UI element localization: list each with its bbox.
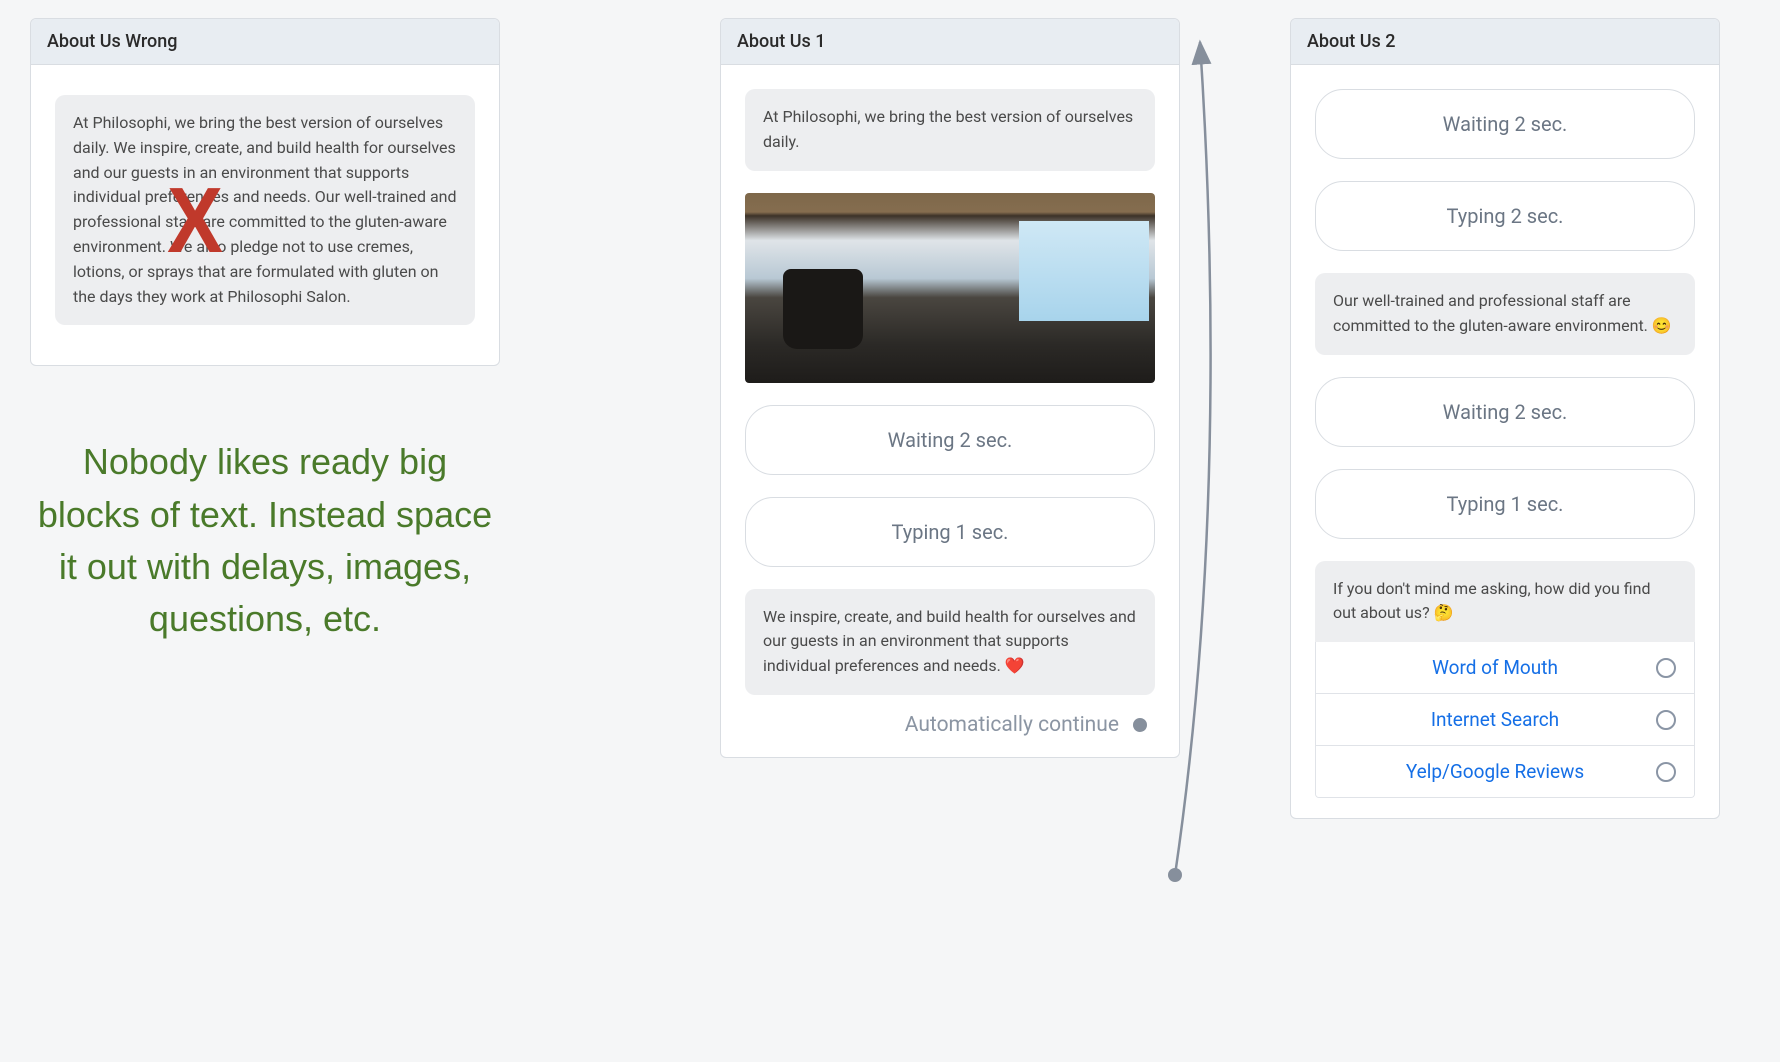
waiting-label: Waiting 2 sec. <box>1443 400 1568 424</box>
option-label: Word of Mouth <box>1334 656 1656 679</box>
option-yelp-google[interactable]: Yelp/Google Reviews <box>1316 746 1694 797</box>
option-label: Internet Search <box>1334 708 1656 731</box>
caption-text: Nobody likes ready big blocks of text. I… <box>30 436 500 645</box>
typing-pill-2[interactable]: Typing 1 sec. <box>1315 469 1695 539</box>
radio-icon <box>1656 658 1676 678</box>
waiting-label: Waiting 2 sec. <box>888 428 1013 452</box>
waiting-pill[interactable]: Waiting 2 sec. <box>745 405 1155 475</box>
salon-image <box>745 193 1155 383</box>
question-bubble: If you don't mind me asking, how did you… <box>1315 561 1695 643</box>
panel-title: About Us 2 <box>1291 19 1719 65</box>
radio-icon <box>1656 762 1676 782</box>
panel-about-us-2: About Us 2 Waiting 2 sec. Typing 2 sec. … <box>1290 18 1720 819</box>
intro-text: At Philosophi, we bring the best version… <box>763 107 1133 151</box>
panel-about-us-1: About Us 1 At Philosophi, we bring the b… <box>720 18 1180 758</box>
panel-wrong: About Us Wrong At Philosophi, we bring t… <box>30 18 500 366</box>
wrong-message-text: At Philosophi, we bring the best version… <box>73 113 457 306</box>
option-internet-search[interactable]: Internet Search <box>1316 694 1694 746</box>
auto-continue-row[interactable]: Automatically continue <box>745 707 1155 737</box>
option-list: Word of Mouth Internet Search Yelp/Googl… <box>1315 642 1695 798</box>
auto-continue-label: Automatically continue <box>905 713 1119 737</box>
typing-pill[interactable]: Typing 1 sec. <box>745 497 1155 567</box>
option-word-of-mouth[interactable]: Word of Mouth <box>1316 642 1694 694</box>
staff-text: Our well-trained and professional staff … <box>1333 291 1672 335</box>
typing-label: Typing 1 sec. <box>892 520 1009 544</box>
waiting-pill-1[interactable]: Waiting 2 sec. <box>1315 89 1695 159</box>
question-text: If you don't mind me asking, how did you… <box>1333 579 1650 623</box>
waiting-label: Waiting 2 sec. <box>1443 112 1568 136</box>
waiting-pill-2[interactable]: Waiting 2 sec. <box>1315 377 1695 447</box>
staff-bubble: Our well-trained and professional staff … <box>1315 273 1695 355</box>
panel-title: About Us 1 <box>721 19 1179 65</box>
continue-dot-icon <box>1133 718 1147 732</box>
typing-label: Typing 1 sec. <box>1447 492 1564 516</box>
detail-text: We inspire, create, and build health for… <box>763 607 1136 676</box>
typing-pill-1[interactable]: Typing 2 sec. <box>1315 181 1695 251</box>
wrong-message-bubble: At Philosophi, we bring the best version… <box>55 95 475 325</box>
typing-label: Typing 2 sec. <box>1447 204 1564 228</box>
panel-title: About Us Wrong <box>31 19 499 65</box>
detail-bubble: We inspire, create, and build health for… <box>745 589 1155 695</box>
radio-icon <box>1656 710 1676 730</box>
intro-bubble: At Philosophi, we bring the best version… <box>745 89 1155 171</box>
option-label: Yelp/Google Reviews <box>1334 760 1656 783</box>
